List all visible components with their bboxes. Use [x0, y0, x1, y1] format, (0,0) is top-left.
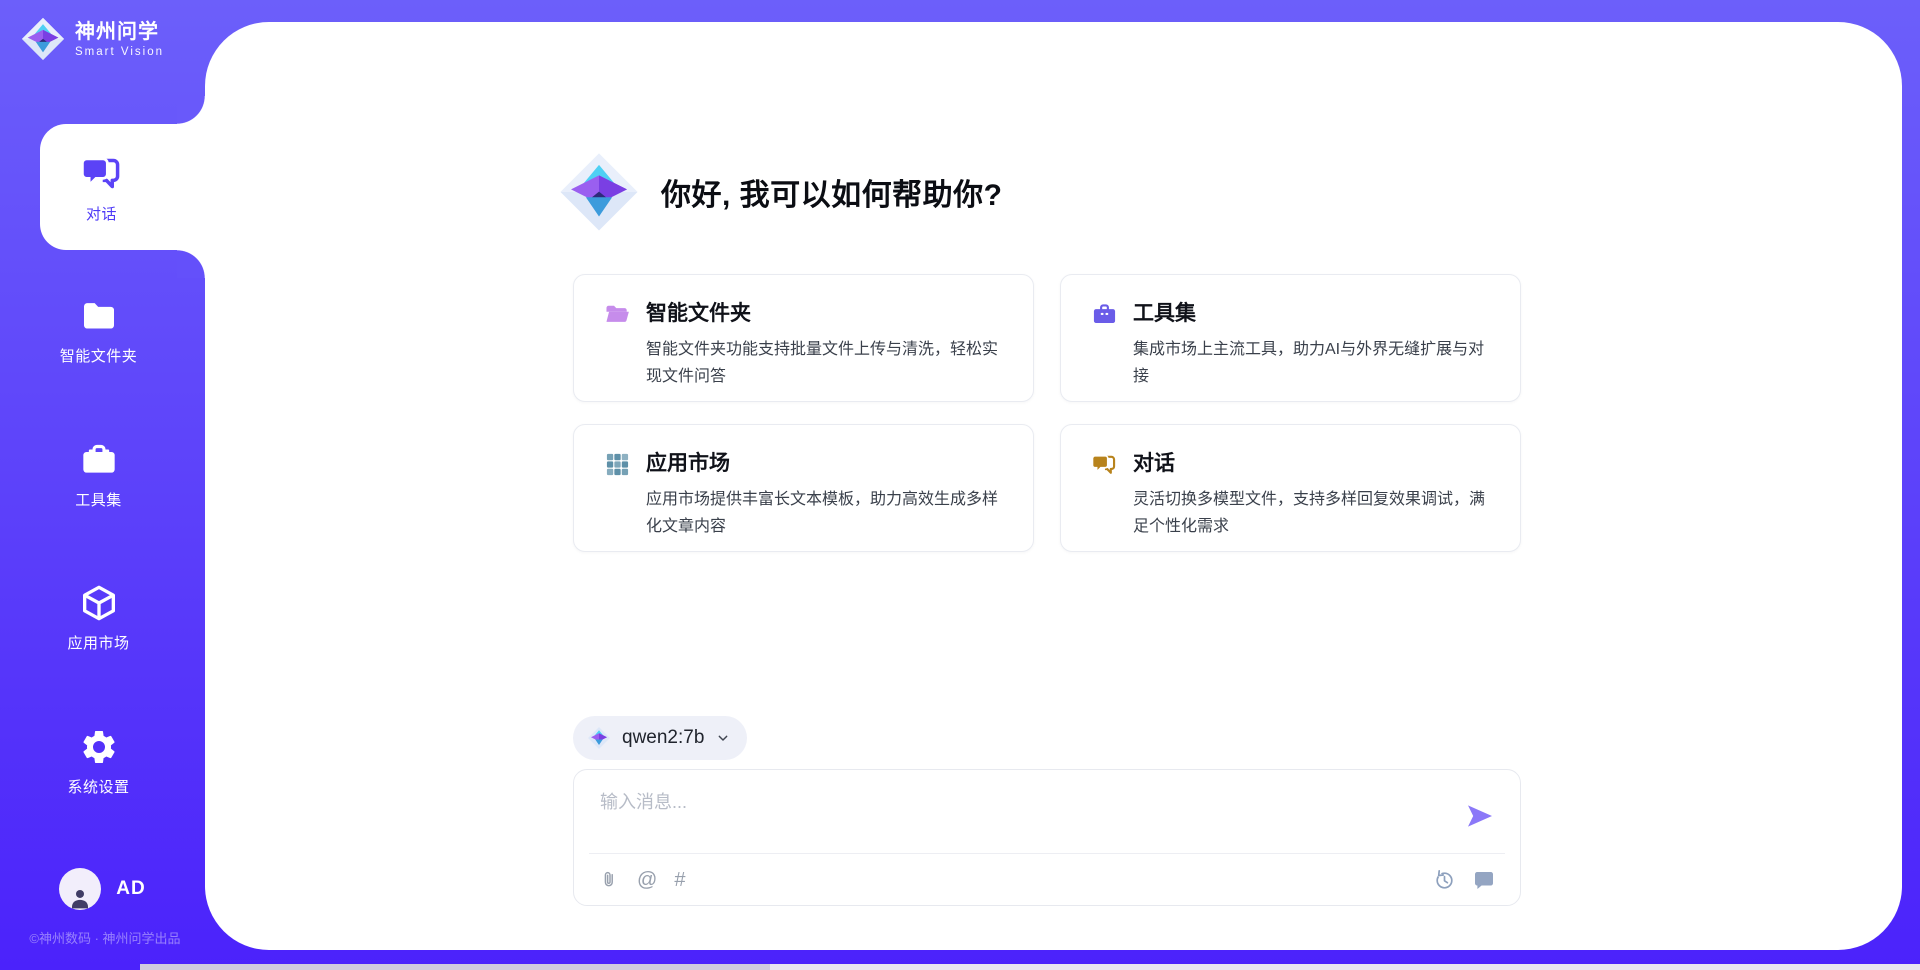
sidebar-item-smart-folder[interactable]: 智能文件夹 — [0, 296, 197, 366]
sidebar-item-label: 应用市场 — [67, 632, 129, 653]
card-body: 智能文件夹 智能文件夹功能支持批量文件上传与清洗，轻松实现文件问答 — [646, 300, 1007, 401]
composer: @ # — [573, 769, 1521, 906]
send-button[interactable] — [1464, 800, 1496, 832]
brand-subtitle: Smart Vision — [75, 46, 164, 58]
toolbox-icon — [79, 440, 119, 480]
horizontal-scrollbar[interactable] — [140, 964, 1920, 970]
card-title: 工具集 — [1133, 300, 1494, 327]
attach-button[interactable] — [598, 868, 620, 892]
card-desc: 应用市场提供丰富长文本模板，助力高效生成多样化文章内容 — [646, 486, 1007, 540]
cube-icon — [79, 583, 119, 623]
message-input[interactable] — [600, 788, 1430, 840]
copyright-text: ©神州数码 · 神州问学出品 — [0, 928, 210, 947]
chat-bubble-button[interactable] — [1472, 868, 1496, 892]
sidebar-item-label: 对话 — [86, 203, 117, 224]
hashtag-button[interactable]: # — [674, 868, 685, 892]
at-icon: @ — [637, 868, 657, 892]
history-icon — [1432, 868, 1456, 892]
chat-icon — [80, 151, 124, 195]
toolbox-icon — [1091, 301, 1118, 328]
history-button[interactable] — [1432, 868, 1456, 892]
composer-tools-left: @ # — [598, 868, 685, 892]
sidebar-item-chat[interactable]: 对话 — [40, 124, 205, 250]
card-body: 应用市场 应用市场提供丰富长文本模板，助力高效生成多样化文章内容 — [646, 450, 1007, 551]
scrollbar-thumb[interactable] — [140, 964, 770, 970]
card-title: 对话 — [1133, 450, 1494, 477]
sidebar-item-label: 工具集 — [75, 489, 122, 510]
user-profile[interactable]: AD — [0, 868, 205, 910]
card-app-market[interactable]: 应用市场 应用市场提供丰富长文本模板，助力高效生成多样化文章内容 — [573, 424, 1034, 552]
chat-bubble-icon — [1472, 868, 1496, 892]
person-icon — [67, 884, 93, 910]
card-desc: 集成市场上主流工具，助力AI与外界无缝扩展与对接 — [1133, 336, 1494, 390]
composer-divider — [589, 853, 1505, 854]
tiles — [607, 454, 628, 475]
user-initials: AD — [116, 878, 145, 900]
sidebar: 神州问学 Smart Vision 对话 智能文件夹 工具集 — [0, 0, 205, 970]
brand: 神州问学 Smart Vision — [0, 16, 205, 62]
greeting-title: 你好, 我可以如何帮助你? — [661, 170, 1003, 214]
feature-cards: 智能文件夹 智能文件夹功能支持批量文件上传与清洗，轻松实现文件问答 工具集 集成… — [573, 274, 1521, 552]
composer-tools-right — [1432, 868, 1496, 892]
folder-open-icon — [604, 301, 631, 328]
assistant-logo-icon — [557, 150, 641, 234]
sidebar-item-settings[interactable]: 系统设置 — [0, 727, 197, 797]
model-logo-icon — [587, 726, 611, 750]
paperclip-icon — [598, 868, 620, 892]
avatar — [59, 868, 101, 910]
sidebar-item-toolset[interactable]: 工具集 — [0, 440, 197, 510]
brand-logo-icon — [20, 16, 66, 62]
card-chat[interactable]: 对话 灵活切换多模型文件，支持多样回复效果调试，满足个性化需求 — [1060, 424, 1521, 552]
card-title: 应用市场 — [646, 450, 1007, 477]
main-panel: 你好, 我可以如何帮助你? 智能文件夹 智能文件夹功能支持批量文件上传与清洗，轻… — [205, 22, 1902, 950]
brand-text: 神州问学 Smart Vision — [75, 20, 164, 58]
model-name: qwen2:7b — [622, 727, 704, 749]
greeting-block: 你好, 我可以如何帮助你? — [557, 150, 1003, 234]
sidebar-item-app-market[interactable]: 应用市场 — [0, 583, 197, 653]
hash-icon: # — [674, 868, 685, 892]
card-body: 工具集 集成市场上主流工具，助力AI与外界无缝扩展与对接 — [1133, 300, 1494, 401]
send-icon — [1464, 800, 1496, 832]
chat-icon — [1091, 451, 1118, 478]
card-desc: 智能文件夹功能支持批量文件上传与清洗，轻松实现文件问答 — [646, 336, 1007, 390]
sidebar-item-label: 系统设置 — [67, 776, 129, 797]
card-toolset[interactable]: 工具集 集成市场上主流工具，助力AI与外界无缝扩展与对接 — [1060, 274, 1521, 402]
card-title: 智能文件夹 — [646, 300, 1007, 327]
chevron-down-icon — [715, 730, 731, 746]
folder-icon — [79, 296, 119, 336]
brand-name: 神州问学 — [75, 20, 164, 44]
card-body: 对话 灵活切换多模型文件，支持多样回复效果调试，满足个性化需求 — [1133, 450, 1494, 551]
gear-icon — [79, 727, 119, 767]
sidebar-item-label: 智能文件夹 — [60, 345, 138, 366]
card-desc: 灵活切换多模型文件，支持多样回复效果调试，满足个性化需求 — [1133, 486, 1494, 540]
card-smart-folder[interactable]: 智能文件夹 智能文件夹功能支持批量文件上传与清洗，轻松实现文件问答 — [573, 274, 1034, 402]
grid-cube-icon — [604, 451, 631, 478]
model-selector[interactable]: qwen2:7b — [573, 716, 747, 760]
mention-button[interactable]: @ — [637, 868, 657, 892]
